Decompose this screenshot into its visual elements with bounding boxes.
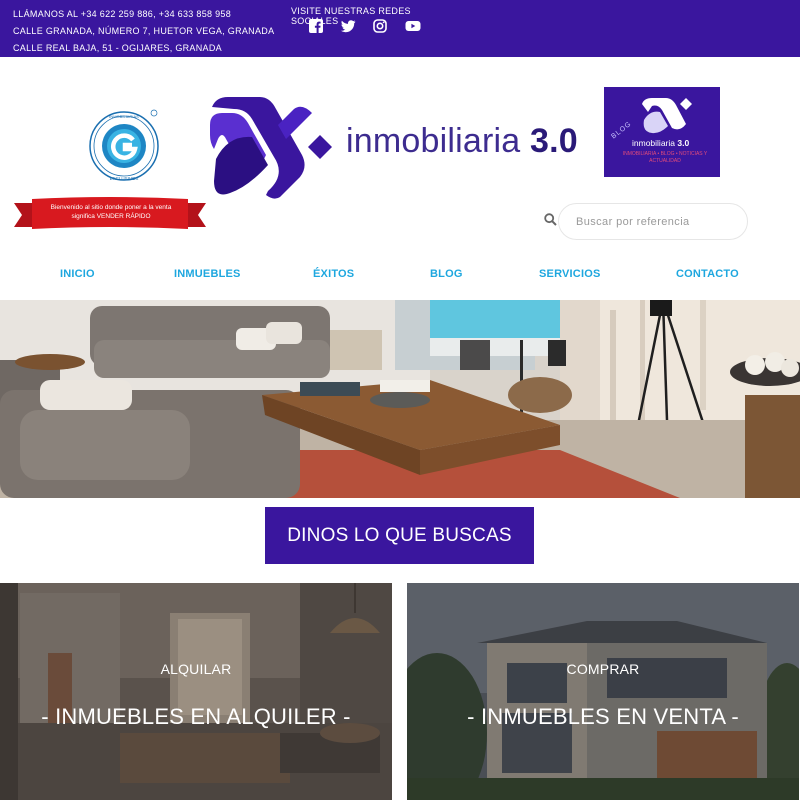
buy-card-title: - INMUEBLES EN VENTA - bbox=[467, 704, 739, 729]
svg-text:EXCLUSIVOS: EXCLUSIVOS bbox=[110, 176, 139, 181]
svg-text:INMOBILIARIAS: INMOBILIARIAS bbox=[109, 114, 139, 119]
page: LLÁMANOS AL +34 622 259 886, +34 633 858… bbox=[0, 0, 800, 800]
blog-title: inmobiliaria 3.0 bbox=[632, 138, 689, 148]
nav-servicios[interactable]: SERVICIOS bbox=[539, 268, 601, 280]
search-input[interactable] bbox=[558, 203, 748, 240]
inmobiliaria-logo-icon[interactable] bbox=[208, 95, 333, 200]
nav-exitos[interactable]: ÉXITOS bbox=[313, 268, 354, 280]
living-room-photo bbox=[0, 300, 800, 498]
nav-contacto[interactable]: CONTACTO bbox=[676, 268, 739, 280]
ribbon-line-1: Bienvenido al sitio donde poner a la ven… bbox=[50, 204, 172, 211]
dinos-lo-que-buscas-button[interactable]: DINOS LO QUE BUSCAS bbox=[265, 507, 534, 564]
blog-label: BLOG bbox=[610, 120, 634, 141]
twitter-icon[interactable] bbox=[341, 19, 356, 33]
contact-info: LLÁMANOS AL +34 622 259 886, +34 633 858… bbox=[13, 6, 274, 57]
rent-card-subtitle: ALQUILAR bbox=[160, 661, 232, 677]
blog-title-word: inmobiliaria bbox=[632, 138, 675, 148]
nav-inicio[interactable]: INICIO bbox=[60, 268, 95, 280]
blog-badge[interactable]: BLOG inmobiliaria 3.0 INMOBILIARIA • BLO… bbox=[604, 87, 720, 177]
blog-subtitle: INMOBILIARIA • BLOG • NOTICIAS Y ACTUALI… bbox=[622, 151, 708, 164]
hero-banner bbox=[0, 300, 800, 498]
nav-inmuebles[interactable]: INMUEBLES bbox=[174, 268, 241, 280]
rent-card-photo bbox=[0, 583, 392, 800]
blog-logo-icon bbox=[642, 98, 692, 134]
main-nav: INICIO INMUEBLES ÉXITOS BLOG SERVICIOS C… bbox=[0, 268, 800, 284]
instagram-icon[interactable] bbox=[373, 19, 387, 33]
address-line-1: CALLE GRANADA, NÚMERO 7, HUETOR VEGA, GR… bbox=[13, 26, 275, 36]
youtube-icon[interactable] bbox=[405, 19, 421, 33]
search-icon[interactable] bbox=[544, 213, 557, 226]
address-line-2: CALLE REAL BAJA, 51 - OGIJARES, GRANADA bbox=[13, 43, 222, 53]
top-bar: LLÁMANOS AL +34 622 259 886, +34 633 858… bbox=[0, 0, 800, 57]
ribbon-line-2: significa VENDER RÁPIDO bbox=[71, 213, 151, 220]
logo-wordmark[interactable]: inmobiliaria 3.0 bbox=[346, 122, 578, 161]
buy-card-subtitle: COMPRAR bbox=[566, 661, 640, 677]
buy-card-photo bbox=[407, 583, 799, 800]
rent-card[interactable]: ALQUILAR - INMUEBLES EN ALQUILER - bbox=[0, 583, 392, 800]
social-icons bbox=[309, 19, 421, 33]
nav-blog[interactable]: BLOG bbox=[430, 268, 463, 280]
ribbon-text: Bienvenido al sitio donde poner a la ven… bbox=[36, 203, 186, 221]
buy-card[interactable]: COMPRAR - INMUEBLES EN VENTA - bbox=[407, 583, 799, 800]
logo-word: inmobiliaria bbox=[346, 122, 521, 160]
facebook-icon[interactable] bbox=[309, 19, 323, 33]
logo-version: 3.0 bbox=[530, 122, 578, 160]
rent-card-title: - INMUEBLES EN ALQUILER - bbox=[41, 704, 351, 729]
blog-title-version: 3.0 bbox=[677, 138, 690, 148]
exclusivos-seal-icon: INMOBILIARIAS EXCLUSIVOS bbox=[89, 109, 159, 181]
phone-line[interactable]: LLÁMANOS AL +34 622 259 886, +34 633 858… bbox=[13, 6, 274, 23]
